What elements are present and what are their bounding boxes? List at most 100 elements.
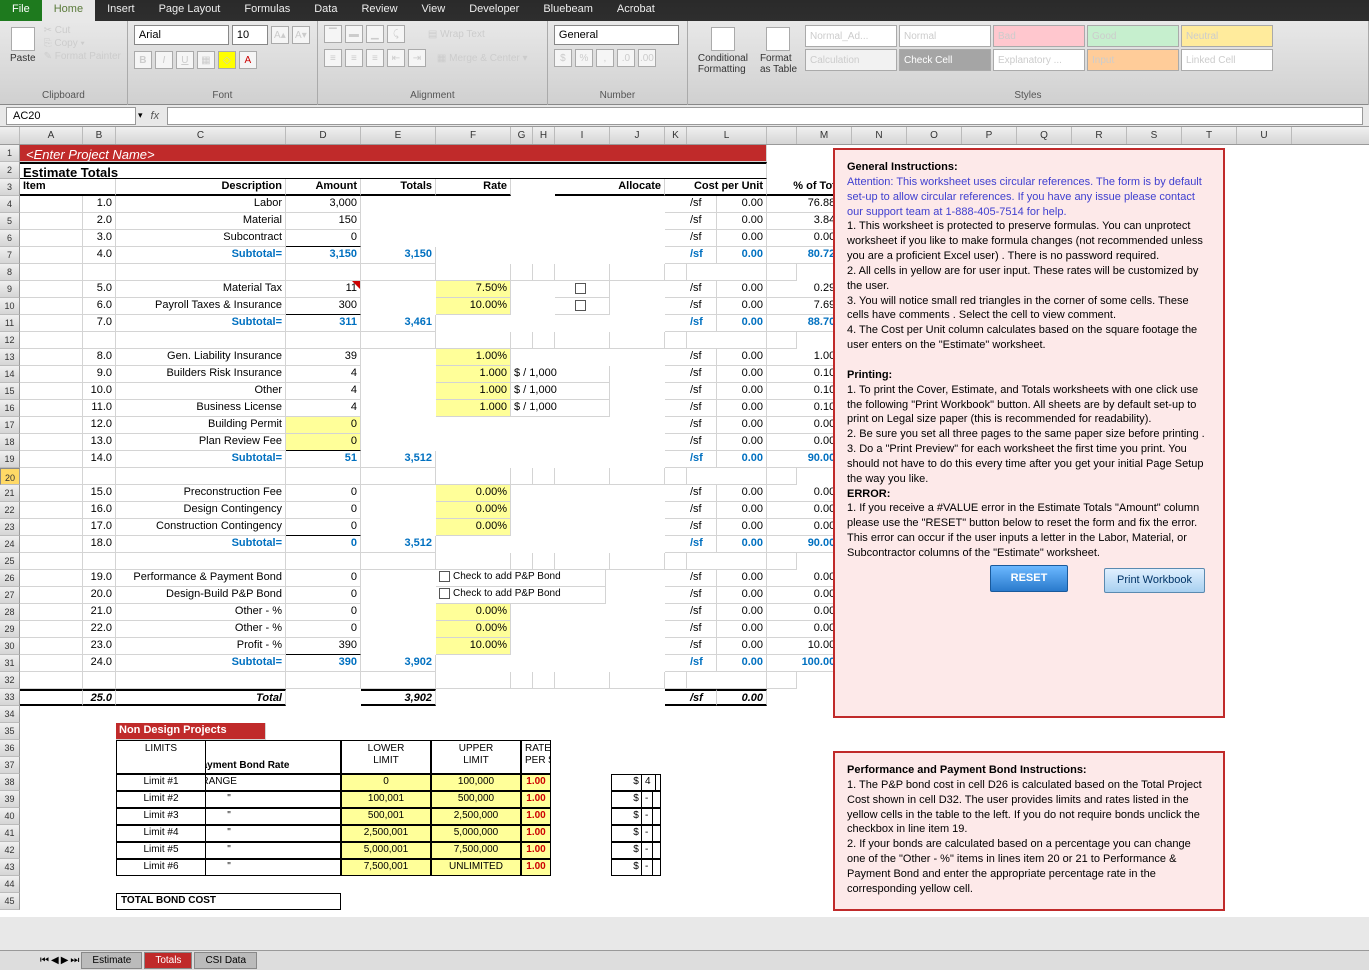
row-header[interactable]: 20 [0,468,20,485]
align-left[interactable]: ≡ [324,49,342,67]
empty-cell[interactable] [511,468,533,485]
row-header[interactable]: 40 [0,808,20,825]
row-header[interactable]: 8 [0,264,20,281]
inc-decimal[interactable]: .0 [617,49,635,67]
col-header[interactable]: J [610,127,665,144]
amount[interactable]: 390 [286,638,361,655]
cell[interactable] [20,213,83,230]
cell[interactable] [20,196,83,213]
cell[interactable] [20,349,83,366]
sheet-nav-next-icon[interactable]: ▶ [61,955,69,966]
cell[interactable] [20,451,83,468]
empty-cell[interactable] [687,332,767,349]
unit-label[interactable]: /sf [687,349,717,366]
empty-cell[interactable] [116,468,286,485]
col-header[interactable] [767,127,797,144]
row-header[interactable]: 11 [0,315,20,332]
amount[interactable]: 11 [286,281,361,298]
row-header[interactable]: 29 [0,621,20,638]
nd-amount[interactable]: 4 [641,774,656,791]
style-cell[interactable]: Calculation [805,49,897,71]
tab-bluebeam[interactable]: Bluebeam [531,0,605,21]
cell[interactable] [20,366,83,383]
nd-amount[interactable]: - [641,842,653,859]
pp-bond-checkbox[interactable]: Check to add P&P Bond [436,570,606,587]
unit-label[interactable]: /sf [687,247,717,264]
col-header[interactable]: C [116,127,286,144]
amount[interactable]: 0 [286,230,361,247]
empty-cell[interactable] [511,553,533,570]
cell[interactable] [20,281,83,298]
unit-label[interactable]: /sf [687,621,717,638]
item-number[interactable]: 4.0 [83,247,116,264]
empty-cell[interactable] [533,332,555,349]
rate[interactable]: 1.00% [436,349,511,366]
row-header[interactable]: 28 [0,604,20,621]
empty-cell[interactable] [361,672,436,689]
empty-cell[interactable] [116,553,286,570]
description[interactable]: Builders Risk Insurance [116,366,286,383]
unit-label[interactable]: /sf [687,485,717,502]
unit-label[interactable]: /sf [687,366,717,383]
description[interactable]: Material [116,213,286,230]
empty-cell[interactable] [116,332,286,349]
hdr-cpu[interactable]: Cost per Unit [665,179,767,196]
row-header[interactable]: 34 [0,706,20,723]
empty-cell[interactable] [83,332,116,349]
empty-cell[interactable] [555,332,610,349]
empty-cell[interactable] [286,553,361,570]
description[interactable]: Construction Contingency [116,519,286,536]
amount[interactable]: 0 [286,519,361,536]
style-cell[interactable]: Normal [899,25,991,47]
row-header[interactable]: 43 [0,859,20,876]
empty-cell[interactable] [533,264,555,281]
description[interactable]: Subtotal= [116,451,286,468]
description[interactable]: Subcontract [116,230,286,247]
empty-cell[interactable] [436,468,511,485]
unit-label[interactable]: /sf [687,638,717,655]
formula-input[interactable] [167,107,1363,125]
unit-label[interactable]: /sf [687,400,717,417]
empty-cell[interactable] [20,672,83,689]
currency-button[interactable]: $ [554,49,572,67]
empty-cell[interactable] [436,264,511,281]
empty-cell[interactable] [533,553,555,570]
row-header[interactable]: 33 [0,689,20,706]
row-header[interactable]: 36 [0,740,20,757]
description[interactable]: Subtotal= [116,655,286,672]
nd-dollar[interactable]: $ [611,825,661,842]
item-number[interactable]: 15.0 [83,485,116,502]
item-number[interactable]: 21.0 [83,604,116,621]
item-number[interactable]: 12.0 [83,417,116,434]
empty-cell[interactable] [286,672,361,689]
style-cell[interactable]: Check Cell [899,49,991,71]
empty-cell[interactable] [555,264,610,281]
cell[interactable] [20,621,83,638]
empty-cell[interactable] [511,264,533,281]
description[interactable]: Other - % [116,604,286,621]
hdr-allocate[interactable]: Allocate [555,179,665,196]
empty-cell[interactable] [436,553,511,570]
empty-cell[interactable] [83,468,116,485]
nd-amount[interactable]: - [641,859,653,876]
comma-button[interactable]: , [596,49,614,67]
unit-label[interactable]: /sf [687,570,717,587]
description[interactable]: Profit - % [116,638,286,655]
item-number[interactable]: 23.0 [83,638,116,655]
totals[interactable]: 3,461 [361,315,436,332]
empty-cell[interactable] [20,468,83,485]
empty-cell[interactable] [767,553,797,570]
cell-styles-gallery[interactable]: Normal_Ad...NormalBadGoodNeutralCalculat… [805,25,1362,71]
cell[interactable] [20,383,83,400]
estimate-totals-title[interactable]: Estimate Totals [20,162,767,179]
description[interactable]: Design Contingency [116,502,286,519]
underline-button[interactable]: U [176,51,194,69]
row-header[interactable]: 45 [0,893,20,910]
nd-rate[interactable]: 1.00 [521,825,551,842]
decrease-font-button[interactable]: A▾ [292,26,310,44]
rate[interactable]: 10.00% [436,298,511,315]
sheet-nav-prev-icon[interactable]: ◀ [51,955,59,966]
item-number[interactable]: 10.0 [83,383,116,400]
copy-button[interactable]: ⎘ Copy ▾ [44,38,121,49]
row-header[interactable]: 7 [0,247,20,264]
